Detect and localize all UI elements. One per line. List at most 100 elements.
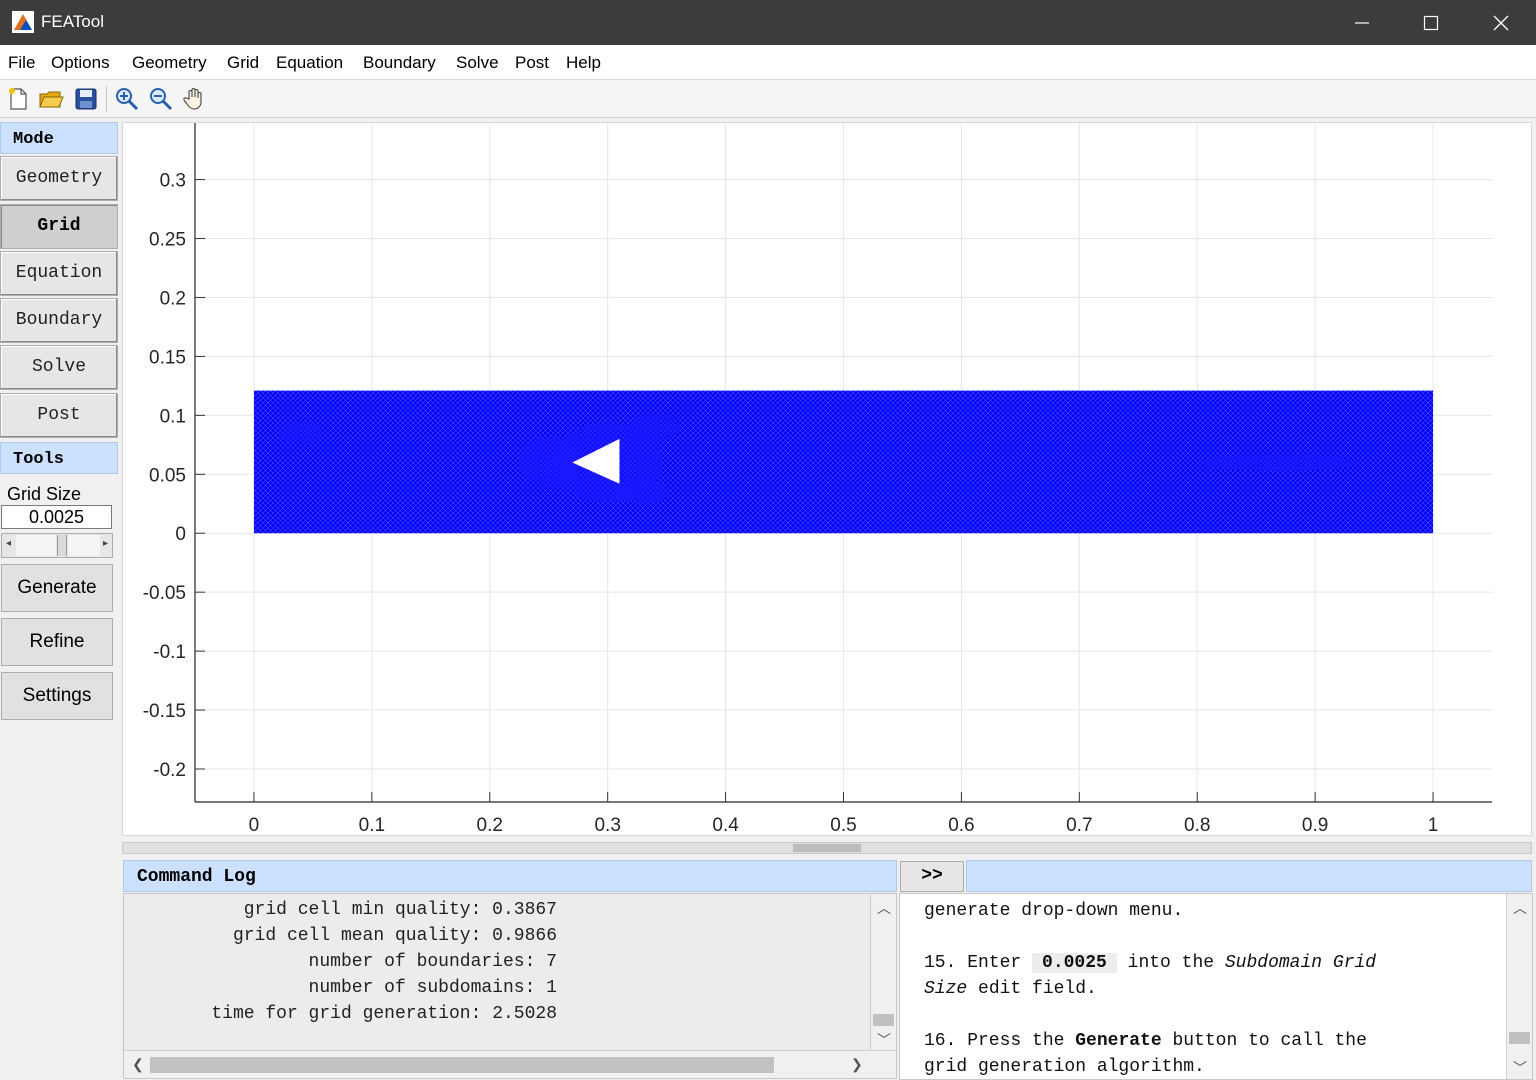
help-step-16: 16. Press the Generate button to call th… bbox=[924, 1031, 1367, 1051]
command-log-panel[interactable]: grid cell min quality: 0.3867 grid cell … bbox=[123, 893, 897, 1079]
mesh-refinement-blob bbox=[279, 421, 324, 446]
minimize-icon bbox=[1355, 21, 1369, 24]
x-tick-label: 0.8 bbox=[1184, 815, 1210, 836]
menu-bar: File Options Geometry Grid Equation Boun… bbox=[0, 45, 1536, 80]
help-italic-text: Subdomain Grid bbox=[1224, 953, 1377, 973]
menu-options[interactable]: Options bbox=[51, 53, 110, 73]
menu-post[interactable]: Post bbox=[515, 53, 549, 73]
zoom-out-icon[interactable] bbox=[147, 85, 175, 113]
x-tick-label: 0.7 bbox=[1066, 815, 1092, 836]
slider-track-left[interactable] bbox=[16, 535, 56, 556]
help-text: button to call the bbox=[1161, 1031, 1367, 1051]
help-text: 16. Press the bbox=[924, 1031, 1076, 1051]
new-file-icon[interactable] bbox=[4, 85, 32, 113]
x-tick-label: 0.1 bbox=[359, 815, 385, 836]
slider-thumb[interactable] bbox=[57, 535, 67, 556]
help-italic-text: Size bbox=[924, 979, 968, 999]
left-panel: Mode Geometry Grid Equation Boundary Sol… bbox=[0, 120, 120, 1080]
mesh-refinement-blob bbox=[518, 436, 579, 489]
y-axis-ticks: 0.3 0.25 0.2 0.15 0.1 0.05 0 -0.05 -0.1 -0.15 -0.2 bbox=[143, 171, 205, 781]
slider-right-arrow-icon[interactable]: ▸ bbox=[103, 538, 108, 549]
close-button[interactable] bbox=[1466, 0, 1536, 45]
panel-splitter[interactable] bbox=[122, 842, 1532, 854]
y-tick-label: -0.1 bbox=[153, 642, 186, 663]
toolbar-separator bbox=[106, 86, 107, 112]
maximize-icon bbox=[1423, 15, 1439, 30]
grid-size-slider[interactable]: ◂ ▸ bbox=[1, 533, 113, 558]
menu-equation[interactable]: Equation bbox=[276, 53, 343, 73]
scroll-up-icon[interactable]: ︿ bbox=[877, 898, 891, 918]
help-text: 15. Enter bbox=[924, 953, 1033, 973]
log-line: time for grid generation: 2.5028 bbox=[211, 1004, 557, 1024]
menu-geometry[interactable]: Geometry bbox=[132, 53, 207, 73]
menu-solve[interactable]: Solve bbox=[456, 53, 499, 73]
mode-equation-button[interactable]: Equation bbox=[0, 251, 118, 296]
save-icon[interactable] bbox=[72, 85, 100, 113]
scroll-right-icon[interactable]: ❯ bbox=[851, 1056, 863, 1073]
y-tick-label: 0.2 bbox=[160, 288, 186, 309]
slider-left-arrow-icon[interactable]: ◂ bbox=[6, 538, 11, 549]
minimize-button[interactable] bbox=[1327, 0, 1397, 45]
title-bar: FEATool bbox=[0, 0, 1536, 45]
x-tick-label: 0.3 bbox=[594, 815, 620, 836]
mode-header: Mode bbox=[0, 122, 118, 154]
mesh-refinement-blob bbox=[1199, 454, 1360, 471]
scroll-thumb[interactable] bbox=[873, 1014, 894, 1026]
scroll-left-icon[interactable]: ❮ bbox=[132, 1056, 144, 1073]
log-line: number of boundaries: 7 bbox=[308, 952, 557, 972]
settings-button[interactable]: Settings bbox=[1, 672, 113, 720]
mesh-refinement-blob bbox=[615, 479, 672, 504]
y-tick-label: 0.3 bbox=[160, 171, 186, 192]
mode-boundary-button[interactable]: Boundary bbox=[0, 298, 118, 343]
scroll-up-icon[interactable]: ︿ bbox=[1513, 898, 1527, 918]
help-text: into the bbox=[1116, 953, 1225, 973]
scroll-down-icon[interactable]: ﹀ bbox=[877, 1030, 891, 1050]
splitter-thumb[interactable] bbox=[793, 844, 861, 852]
mode-grid-button[interactable]: Grid bbox=[0, 204, 118, 249]
scroll-thumb[interactable] bbox=[150, 1057, 774, 1073]
y-tick-label: 0 bbox=[175, 524, 186, 545]
help-code-value: 0.0025 bbox=[1032, 953, 1117, 973]
help-toggle-button[interactable]: >> bbox=[900, 861, 964, 892]
generate-button[interactable]: Generate bbox=[1, 564, 113, 612]
menu-boundary[interactable]: Boundary bbox=[363, 53, 436, 73]
command-log-vertical-scrollbar[interactable]: ︿ ﹀ bbox=[870, 894, 896, 1051]
help-vertical-scrollbar[interactable]: ︿ ﹀ bbox=[1506, 894, 1532, 1079]
slider-track-right[interactable] bbox=[68, 535, 100, 556]
log-line: grid cell min quality: 0.3867 bbox=[243, 900, 557, 920]
refine-button[interactable]: Refine bbox=[1, 618, 113, 666]
pan-hand-icon[interactable] bbox=[181, 85, 209, 113]
toolbar bbox=[0, 80, 1536, 118]
y-tick-label: 0.15 bbox=[149, 347, 186, 368]
menu-grid[interactable]: Grid bbox=[227, 53, 259, 73]
help-line: generate drop-down menu. bbox=[924, 901, 1184, 921]
close-icon bbox=[1493, 15, 1509, 30]
y-tick-label: 0.1 bbox=[160, 406, 186, 427]
command-log-horizontal-scrollbar[interactable]: ❮ ❯ bbox=[124, 1050, 896, 1078]
command-log-header: Command Log bbox=[123, 860, 897, 892]
scroll-down-icon[interactable]: ﹀ bbox=[1513, 1058, 1527, 1078]
zoom-in-icon[interactable] bbox=[113, 85, 141, 113]
help-header bbox=[966, 860, 1532, 892]
tutorial-help-panel[interactable]: generate drop-down menu. 15. Enter 0.002… bbox=[899, 893, 1533, 1080]
x-tick-label: 0 bbox=[249, 815, 260, 836]
grid-plot[interactable]: 0 0.1 0.2 0.3 0.4 0.5 0.6 0.7 0.8 0.9 1 0.3 0.25 0.2… bbox=[123, 123, 1533, 837]
x-tick-label: 0.2 bbox=[477, 815, 503, 836]
help-line: grid generation algorithm. bbox=[924, 1057, 1205, 1077]
tools-header: Tools bbox=[0, 442, 118, 474]
help-text: edit field. bbox=[967, 979, 1097, 999]
menu-file[interactable]: File bbox=[8, 53, 35, 73]
maximize-button[interactable] bbox=[1396, 0, 1466, 45]
mode-post-button[interactable]: Post bbox=[0, 393, 118, 438]
open-folder-icon[interactable] bbox=[37, 85, 65, 113]
x-tick-label: 0.6 bbox=[948, 815, 974, 836]
x-tick-label: 0.9 bbox=[1302, 815, 1328, 836]
help-line: Size edit field. bbox=[924, 979, 1097, 999]
menu-help[interactable]: Help bbox=[566, 53, 601, 73]
grid-size-input[interactable] bbox=[1, 505, 112, 529]
scroll-thumb[interactable] bbox=[1509, 1032, 1530, 1044]
mode-geometry-button[interactable]: Geometry bbox=[0, 156, 118, 201]
y-tick-label: -0.2 bbox=[153, 760, 186, 781]
log-line: number of subdomains: 1 bbox=[308, 978, 557, 998]
mode-solve-button[interactable]: Solve bbox=[0, 345, 118, 390]
